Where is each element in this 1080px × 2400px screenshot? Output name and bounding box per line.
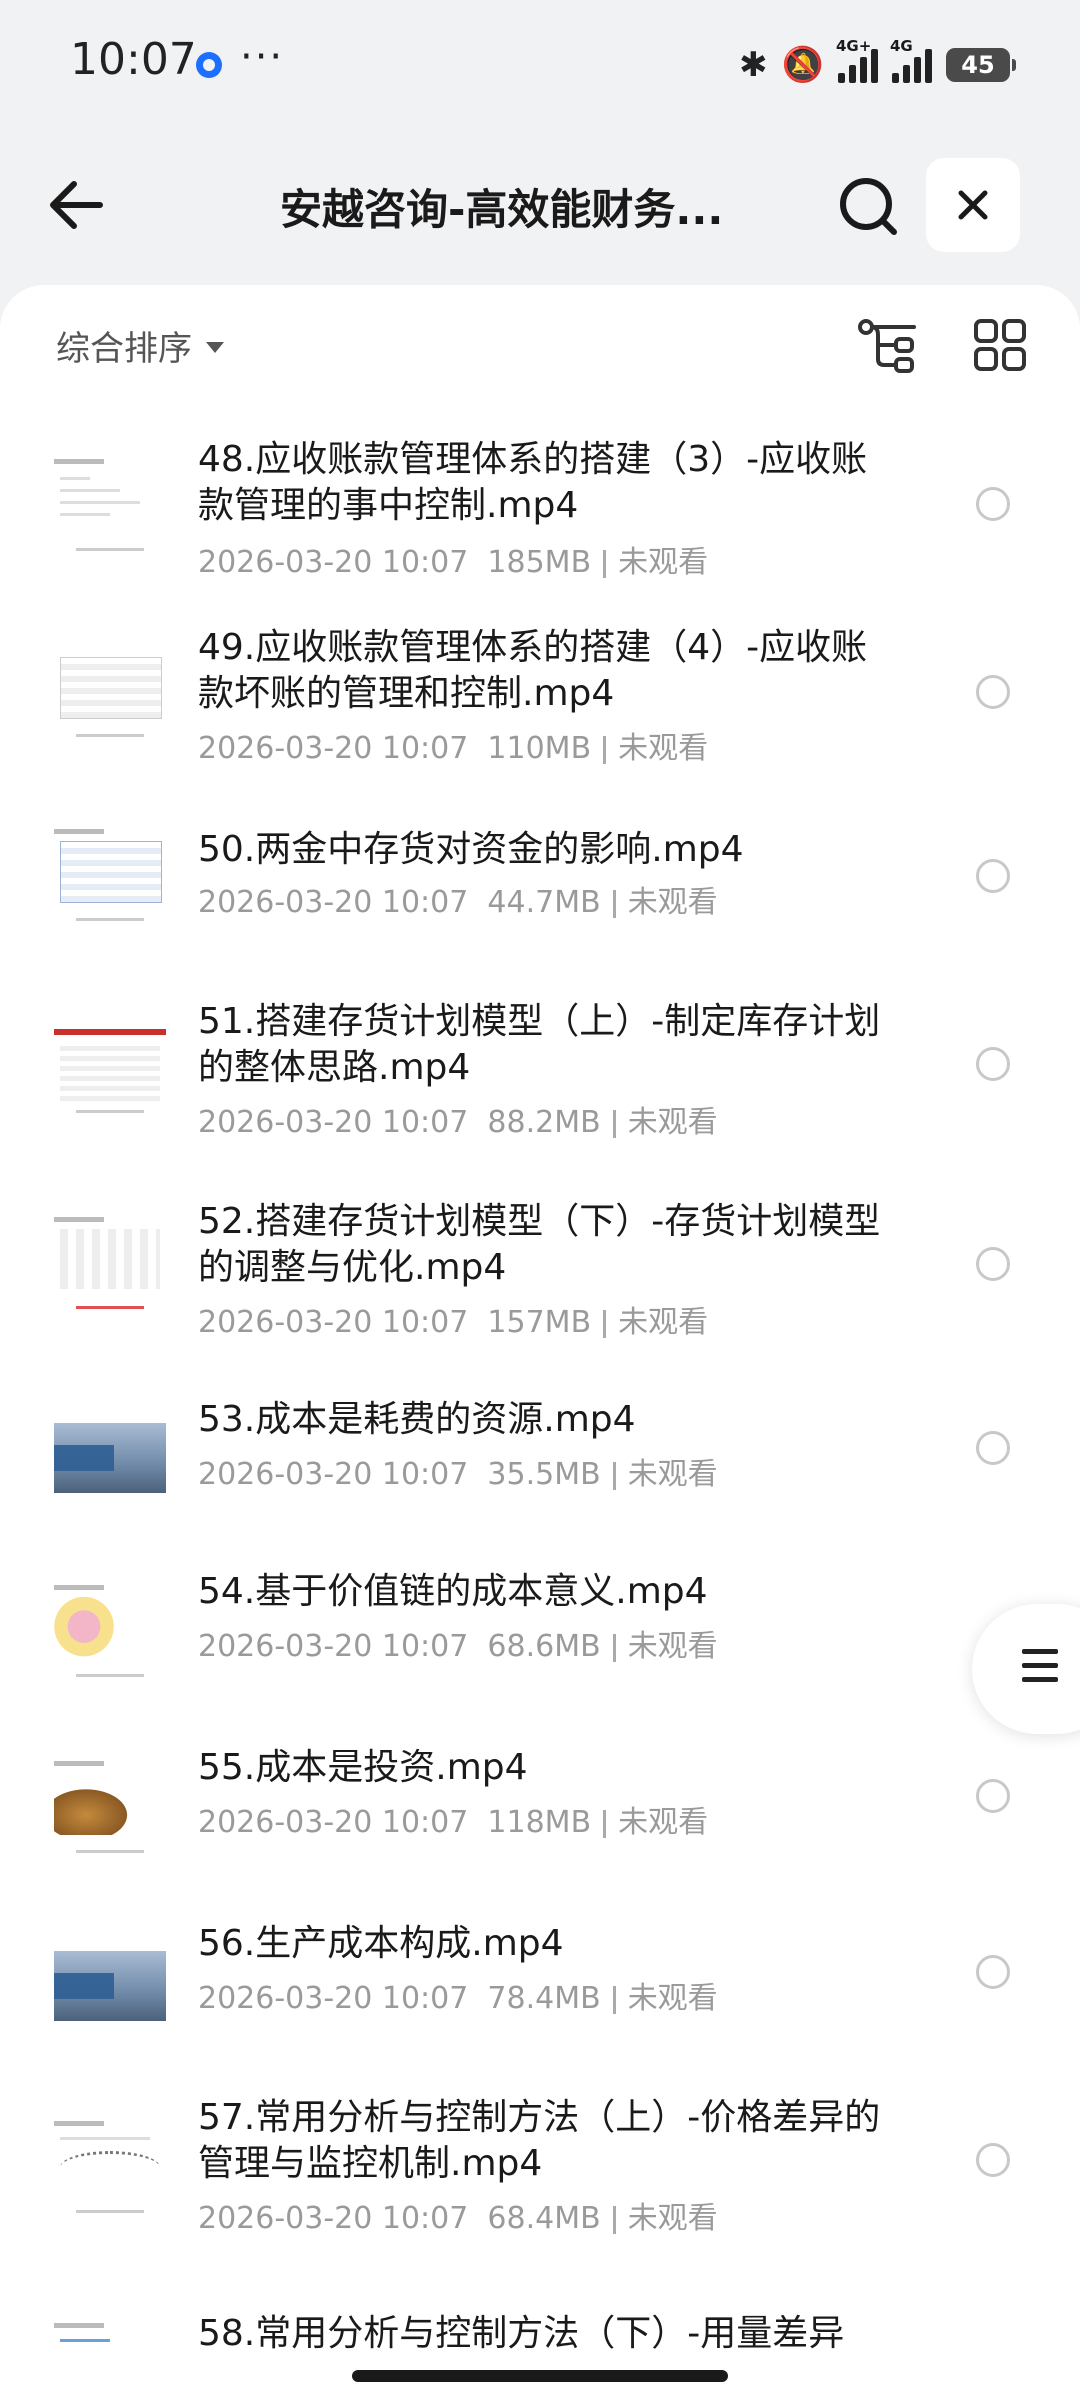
- file-meta: 2026-03-20 10:07 110MB 未观看: [198, 731, 709, 766]
- bluetooth-icon: ✱: [739, 45, 768, 85]
- select-radio[interactable]: [976, 1431, 1010, 1465]
- video-thumbnail: [54, 635, 166, 747]
- select-radio[interactable]: [976, 487, 1010, 521]
- file-name: 56.生产成本构成.mp4: [198, 1923, 564, 1964]
- file-name: 53.成本是耗费的资源.mp4: [198, 1399, 636, 1440]
- video-thumbnail: [54, 1927, 166, 2039]
- file-list-panel: 综合排序 48.应收账款管理体系的搭建（3）-应收账款管理的事中控制.mp4 2…: [0, 285, 1080, 2400]
- video-thumbnail: [54, 1399, 166, 1511]
- video-thumbnail: [54, 1751, 166, 1863]
- select-radio[interactable]: [976, 1247, 1010, 1281]
- video-thumbnail: [54, 1011, 166, 1123]
- file-list: 48.应收账款管理体系的搭建（3）-应收账款管理的事中控制.mp4 2026-0…: [0, 405, 1080, 2400]
- video-thumbnail: [54, 819, 166, 931]
- search-icon: [840, 178, 897, 235]
- grid-icon: [974, 319, 1026, 371]
- mute-icon: 🔕: [781, 45, 824, 85]
- arrow-left-icon: [50, 181, 103, 229]
- search-button[interactable]: [834, 172, 904, 242]
- list-item[interactable]: 49.应收账款管理体系的搭建（4）-应收账款坏账的管理和控制.mp4 2026-…: [0, 605, 1080, 793]
- status-icons: ✱ 🔕 4G+ 4G 45: [739, 37, 1016, 90]
- select-radio[interactable]: [976, 1955, 1010, 1989]
- file-meta: 2026-03-20 10:07 185MB 未观看: [198, 545, 709, 580]
- file-name: 54.基于价值链的成本意义.mp4: [198, 1571, 708, 1612]
- video-thumbnail: [54, 1207, 166, 1319]
- list-item[interactable]: 56.生产成本构成.mp4 2026-03-20 10:07 78.4MB 未观看: [0, 1897, 1080, 2073]
- close-icon: [958, 190, 988, 220]
- file-meta: 2026-03-20 10:07 118MB 未观看: [198, 1805, 709, 1840]
- tree-view-button[interactable]: [856, 315, 920, 375]
- list-item[interactable]: 57.常用分析与控制方法（上）-价格差异的管理与监控机制.mp4 2026-03…: [0, 2073, 1080, 2273]
- file-meta: 2026-03-20 10:07 78.4MB 未观看: [198, 1981, 718, 2016]
- status-time: 10:07: [70, 34, 197, 85]
- file-meta: 2026-03-20 10:07 68.4MB 未观看: [198, 2201, 718, 2236]
- list-item[interactable]: 55.成本是投资.mp4 2026-03-20 10:07 118MB 未观看: [0, 1721, 1080, 1897]
- file-meta: 2026-03-20 10:07 157MB 未观看: [198, 1305, 709, 1340]
- home-indicator[interactable]: [352, 2370, 728, 2382]
- tree-icon: [858, 319, 916, 373]
- page-title: 安越咨询-高效能财务...: [280, 185, 724, 234]
- file-meta: 2026-03-20 10:07 44.7MB 未观看: [198, 885, 718, 920]
- list-item[interactable]: 50.两金中存货对资金的影响.mp4 2026-03-20 10:07 44.7…: [0, 793, 1080, 981]
- close-button[interactable]: [926, 158, 1020, 252]
- video-thumbnail: [54, 449, 166, 561]
- file-meta: 2026-03-20 10:07 35.5MB 未观看: [198, 1457, 718, 1492]
- select-radio[interactable]: [976, 1779, 1010, 1813]
- select-radio[interactable]: [976, 675, 1010, 709]
- list-item[interactable]: 53.成本是耗费的资源.mp4 2026-03-20 10:07 35.5MB 未…: [0, 1369, 1080, 1545]
- notification-dot-icon: [196, 52, 222, 78]
- sort-dropdown[interactable]: 综合排序: [56, 321, 224, 370]
- list-item[interactable]: 51.搭建存货计划模型（上）-制定库存计划的整体思路.mp4 2026-03-2…: [0, 981, 1080, 1181]
- sort-label: 综合排序: [56, 329, 192, 369]
- title-bar: 安越咨询-高效能财务...: [0, 150, 1080, 260]
- file-name: 48.应收账款管理体系的搭建（3）-应收账款管理的事中控制.mp4: [198, 439, 868, 526]
- video-thumbnail: [54, 2111, 166, 2223]
- grid-view-button[interactable]: [970, 315, 1030, 375]
- file-name: 58.常用分析与控制方法（下）-用量差异: [198, 2313, 845, 2354]
- list-item[interactable]: 54.基于价值链的成本意义.mp4 2026-03-20 10:07 68.6M…: [0, 1545, 1080, 1721]
- file-name: 51.搭建存货计划模型（上）-制定库存计划的整体思路.mp4: [198, 1001, 881, 1088]
- video-thumbnail: [54, 2313, 166, 2400]
- status-more-icon: ···: [240, 34, 285, 80]
- select-radio[interactable]: [976, 1047, 1010, 1081]
- video-thumbnail: [54, 1575, 166, 1687]
- file-meta: 2026-03-20 10:07 68.6MB 未观看: [198, 1629, 718, 1664]
- file-name: 52.搭建存货计划模型（下）-存货计划模型的调整与优化.mp4: [198, 1201, 881, 1288]
- menu-icon: [1022, 1649, 1058, 1691]
- list-item[interactable]: 52.搭建存货计划模型（下）-存货计划模型的调整与优化.mp4 2026-03-…: [0, 1181, 1080, 1369]
- select-radio[interactable]: [976, 2143, 1010, 2177]
- list-item[interactable]: 48.应收账款管理体系的搭建（3）-应收账款管理的事中控制.mp4 2026-0…: [0, 405, 1080, 605]
- select-radio[interactable]: [976, 859, 1010, 893]
- back-button[interactable]: [42, 170, 112, 240]
- signal-icon: 4G+: [836, 37, 878, 83]
- file-name: 50.两金中存货对资金的影响.mp4: [198, 829, 744, 870]
- file-name: 55.成本是投资.mp4: [198, 1747, 528, 1788]
- file-name: 49.应收账款管理体系的搭建（4）-应收账款坏账的管理和控制.mp4: [198, 627, 868, 714]
- signal-icon: 4G: [890, 37, 932, 83]
- sort-bar: 综合排序: [0, 285, 1080, 405]
- battery-icon: 45: [946, 48, 1016, 82]
- status-bar: 10:07 ··· ✱ 🔕 4G+ 4G 45: [0, 0, 1080, 120]
- file-name: 57.常用分析与控制方法（上）-价格差异的管理与监控机制.mp4: [198, 2097, 881, 2184]
- file-meta: 2026-03-20 10:07 88.2MB 未观看: [198, 1105, 718, 1140]
- caret-down-icon: [206, 342, 224, 353]
